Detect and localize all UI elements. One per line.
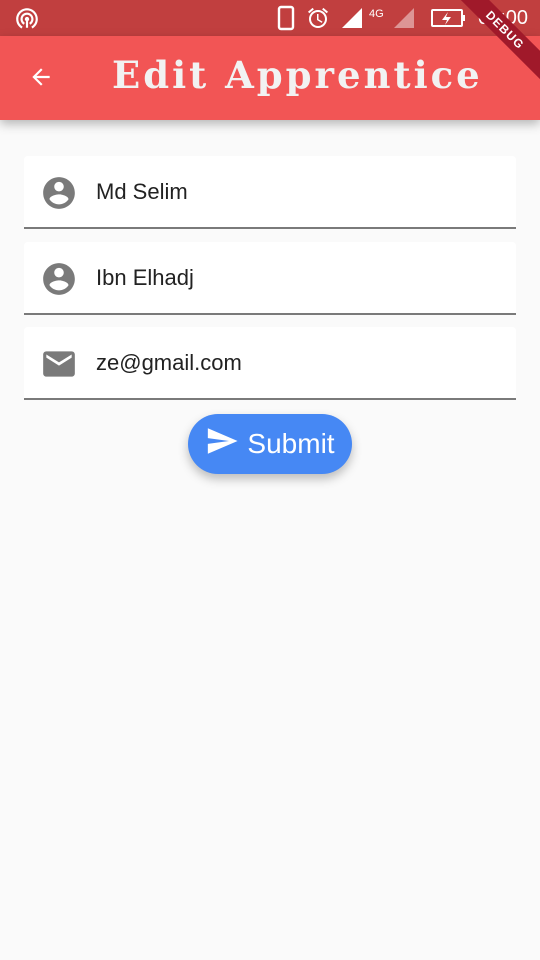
email-field[interactable] xyxy=(24,327,516,400)
email-input[interactable] xyxy=(96,341,496,385)
last-name-input[interactable] xyxy=(96,256,496,300)
account-circle-icon xyxy=(40,174,78,212)
status-bar: 4G 04:00 xyxy=(0,0,540,36)
first-name-input[interactable] xyxy=(96,170,496,214)
signal-icon xyxy=(340,0,364,36)
battery-charging-icon xyxy=(431,0,467,36)
account-circle-icon xyxy=(40,260,78,298)
back-button[interactable] xyxy=(18,56,64,102)
last-name-field[interactable] xyxy=(24,242,516,315)
signal-secondary-icon xyxy=(392,0,416,36)
arrow-back-icon xyxy=(28,64,54,95)
first-name-field[interactable] xyxy=(24,156,516,229)
email-icon xyxy=(40,345,78,383)
app-bar: Edit Apprentice xyxy=(0,36,540,120)
network-type-label: 4G xyxy=(369,8,384,20)
send-icon xyxy=(205,424,247,465)
phone-icon xyxy=(276,0,296,36)
page-title: Edit Apprentice xyxy=(112,53,483,97)
submit-label: Submit xyxy=(247,428,335,459)
submit-button[interactable]: Submit xyxy=(188,414,352,474)
alarm-icon xyxy=(306,0,330,36)
hotspot-icon xyxy=(14,0,40,36)
